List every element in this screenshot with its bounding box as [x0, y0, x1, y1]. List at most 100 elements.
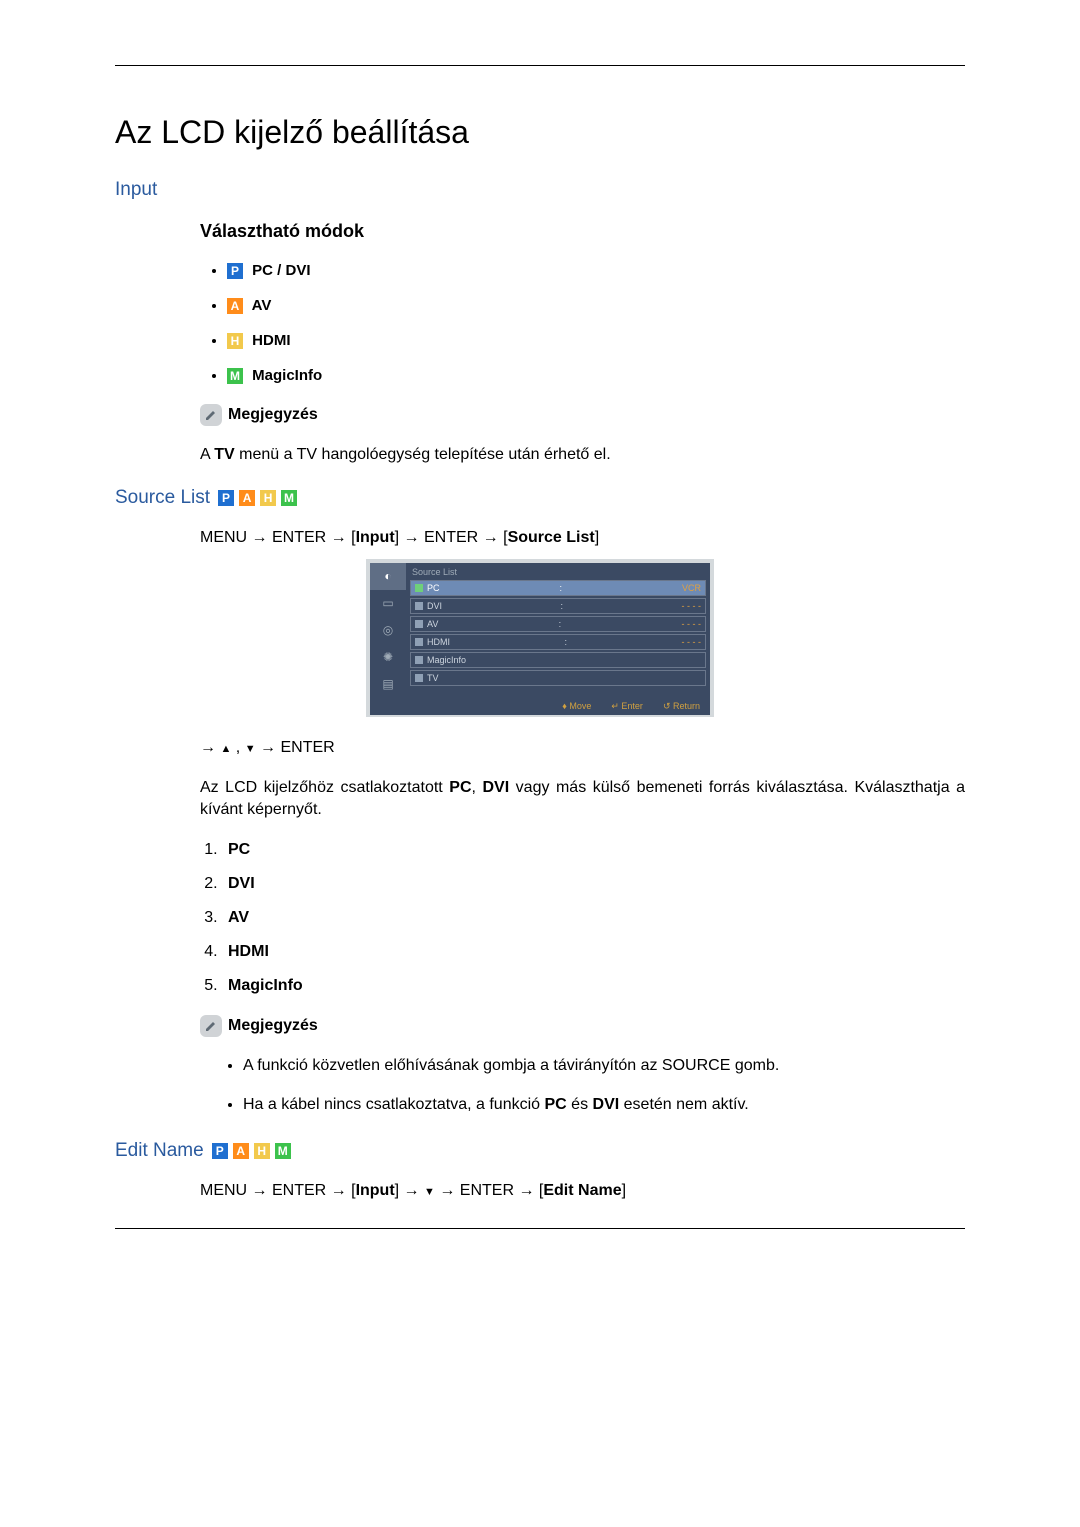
- document-page: Az LCD kijelző beállítása Input Választh…: [0, 0, 1080, 1527]
- mode-a-icon: A: [227, 298, 243, 314]
- text-bold: DVI: [593, 1096, 620, 1113]
- check-icon: [415, 602, 423, 610]
- mode-item: A AV: [227, 297, 965, 314]
- note-label: Megjegyzés: [228, 406, 318, 424]
- text: A funkció közvetlen előhívásának gombja …: [243, 1057, 779, 1074]
- note-bullets: A funkció közvetlen előhívásának gombja …: [115, 1055, 965, 1116]
- text: és: [567, 1096, 593, 1113]
- mode-label: HDMI: [248, 332, 291, 349]
- mode-item: H HDMI: [227, 332, 965, 349]
- text-bold: PC: [545, 1096, 567, 1113]
- text-bold: Input: [356, 529, 395, 546]
- osd-row: MagicInfo: [410, 652, 706, 668]
- mode-m-icon: M: [275, 1143, 291, 1159]
- note-pencil-icon: [200, 1015, 222, 1037]
- description: Az LCD kijelzőhöz csatlakoztatott PC, DV…: [200, 777, 965, 822]
- osd-row-value: VCR: [682, 583, 701, 593]
- osd-title: Source List: [410, 565, 706, 580]
- mode-label: MagicInfo: [248, 367, 322, 384]
- check-icon: [415, 674, 423, 682]
- mode-list: P PC / DVI A AV H HDMI M MagicInfo: [115, 262, 965, 384]
- text: ] →: [395, 1182, 424, 1199]
- text: Az LCD kijelzőhöz csatlakoztatott: [200, 779, 449, 796]
- list-item: PC: [222, 841, 965, 859]
- osd-side-icon: ▭: [370, 590, 406, 617]
- mode-p-icon: P: [218, 490, 234, 506]
- text-bold: PC: [449, 779, 471, 796]
- list-item: HDMI: [222, 943, 965, 961]
- text: esetén nem aktív.: [619, 1096, 749, 1113]
- text: ]: [622, 1182, 626, 1199]
- arrow-nav: → , → ENTER: [200, 739, 965, 757]
- list-item: Ha a kábel nincs csatlakoztatva, a funkc…: [243, 1094, 965, 1116]
- text: ,: [472, 779, 483, 796]
- text-bold: Edit Name: [543, 1182, 621, 1199]
- text-bold: DVI: [482, 779, 509, 796]
- mode-label: PC / DVI: [248, 262, 311, 279]
- text-bold: Input: [356, 1182, 395, 1199]
- osd-row: PC:VCR: [410, 580, 706, 596]
- triangle-down-icon: [424, 1182, 435, 1199]
- osd-row: AV:- - - -: [410, 616, 706, 632]
- text-bold: TV: [214, 446, 234, 463]
- check-icon: [415, 638, 423, 646]
- text: A: [200, 446, 214, 463]
- osd-row: HDMI:- - - -: [410, 634, 706, 650]
- input-heading: Input: [115, 179, 965, 201]
- mode-h-icon: H: [260, 490, 276, 506]
- note-heading: Megjegyzés: [200, 1015, 965, 1037]
- osd-side-icon: ✺: [370, 644, 406, 671]
- osd-content: Source List PC:VCR DVI:- - - - AV:- - - …: [406, 563, 710, 698]
- mode-item: M MagicInfo: [227, 367, 965, 384]
- mode-a-icon: A: [233, 1143, 249, 1159]
- text: MENU → ENTER → [: [200, 1182, 356, 1199]
- osd-screenshot: ◐ ▭ ◎ ✺ ▤ Source List PC:VCR DVI:- - - -…: [366, 559, 714, 717]
- text: Ha a kábel nincs csatlakoztatva, a funkc…: [243, 1096, 545, 1113]
- note-heading: Megjegyzés: [200, 404, 965, 426]
- osd-row-label: AV: [427, 619, 438, 629]
- osd-row-label: TV: [427, 673, 439, 683]
- osd-row-value: - - - -: [681, 637, 701, 647]
- mode-m-icon: M: [281, 490, 297, 506]
- menu-path: MENU → ENTER → [Input] → ENTER → [Source…: [200, 529, 965, 547]
- heading-text: Edit Name: [115, 1140, 204, 1162]
- menu-path: MENU → ENTER → [Input] → → ENTER → [Edit…: [200, 1182, 965, 1200]
- osd-sidebar: ◐ ▭ ◎ ✺ ▤: [370, 563, 406, 698]
- list-item: MagicInfo: [222, 977, 965, 995]
- triangle-down-icon: [245, 739, 256, 756]
- osd-footer: ♦ Move ↵ Enter ↺ Return: [370, 698, 710, 715]
- top-rule: [115, 65, 965, 66]
- osd-row-label: DVI: [427, 601, 442, 611]
- mode-h-icon: H: [254, 1143, 270, 1159]
- check-icon: [415, 584, 423, 592]
- edit-name-heading: Edit Name PAHM: [115, 1140, 965, 1162]
- text: MENU → ENTER → [: [200, 529, 356, 546]
- mode-item: P PC / DVI: [227, 262, 965, 279]
- note-body: A TV menü a TV hangolóegység telepítése …: [200, 444, 965, 466]
- mode-m-icon: M: [227, 368, 243, 384]
- text: → ENTER: [256, 739, 335, 756]
- page-title: Az LCD kijelző beállítása: [115, 114, 965, 151]
- numbered-list: PC DVI AV HDMI MagicInfo: [200, 841, 965, 995]
- osd-return-hint: ↺ Return: [663, 701, 700, 712]
- osd-row-label: PC: [427, 583, 440, 593]
- osd-side-icon: ◐: [370, 563, 406, 590]
- list-item: A funkció közvetlen előhívásának gombja …: [243, 1055, 965, 1077]
- mode-a-icon: A: [239, 490, 255, 506]
- note-label: Megjegyzés: [228, 1017, 318, 1035]
- osd-row-label: MagicInfo: [427, 655, 466, 665]
- icon-strip: PAHM: [218, 490, 302, 506]
- check-icon: [415, 620, 423, 628]
- list-item: DVI: [222, 875, 965, 893]
- bottom-rule: [115, 1228, 965, 1229]
- text: → ENTER → [: [435, 1182, 543, 1199]
- mode-p-icon: P: [227, 263, 243, 279]
- check-icon: [415, 656, 423, 664]
- heading-text: Source List: [115, 487, 210, 509]
- osd-row: DVI:- - - -: [410, 598, 706, 614]
- text: ]: [595, 529, 599, 546]
- modes-heading: Választható módok: [200, 221, 965, 242]
- osd-row-value: - - - -: [682, 601, 702, 611]
- osd-side-icon: ◎: [370, 617, 406, 644]
- text: menü a TV hangolóegység telepítése után …: [235, 446, 611, 463]
